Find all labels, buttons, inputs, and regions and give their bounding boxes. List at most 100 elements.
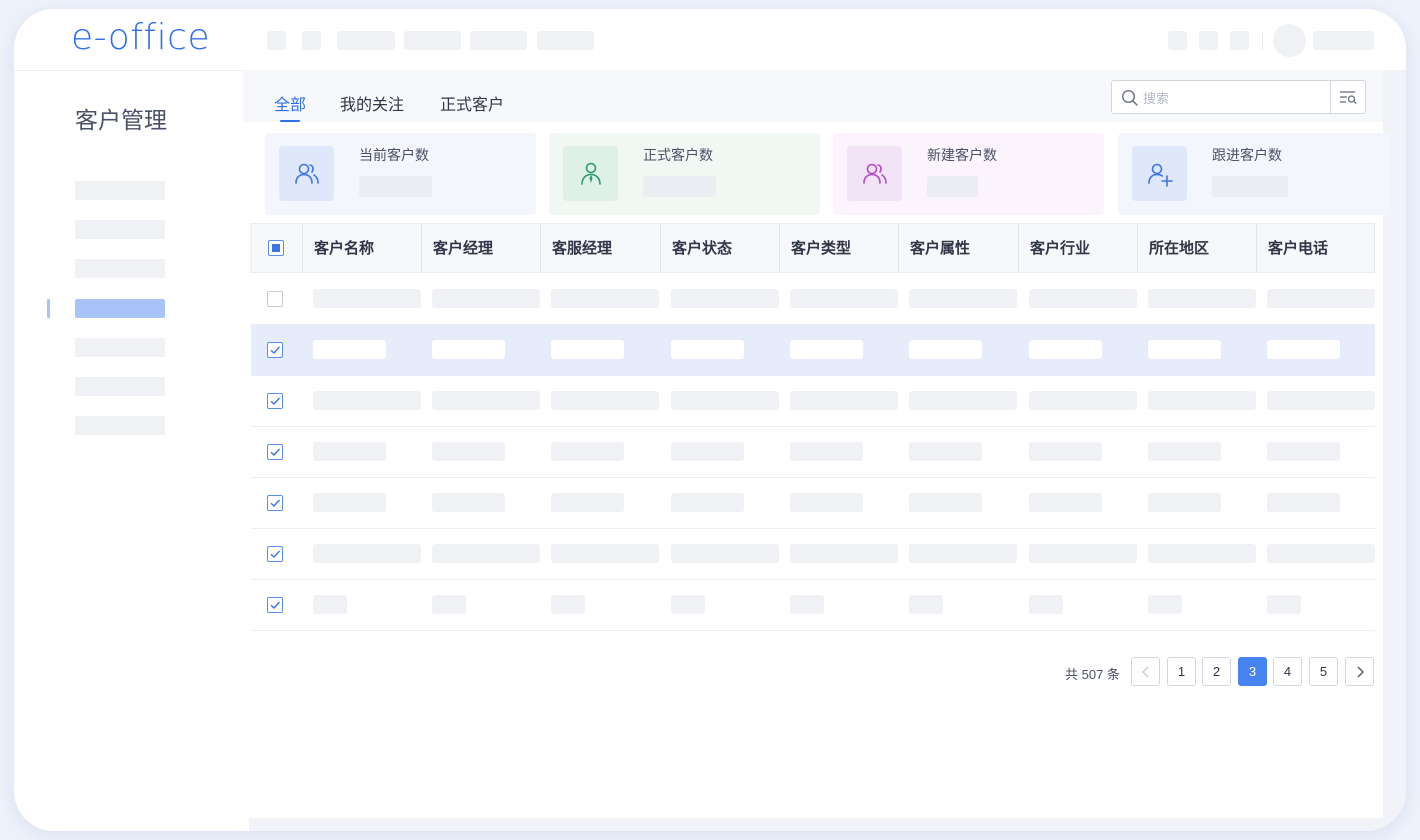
cell-placeholder [432,595,466,614]
stat-card-current[interactable]: 当前客户数 [265,133,536,215]
cell-placeholder [790,442,863,461]
cell-placeholder [313,442,386,461]
column-header[interactable]: 客服经理 [540,224,660,272]
sidebar-item[interactable] [75,377,165,396]
page-button[interactable]: 1 [1167,657,1196,686]
column-header[interactable]: 客户名称 [302,224,421,272]
stat-card-follow[interactable]: 跟进客户数 [1118,133,1389,215]
column-header[interactable]: 客户电话 [1256,224,1375,272]
search-icon[interactable] [1121,89,1139,107]
sidebar-item[interactable] [75,220,165,239]
cell-placeholder [432,391,540,410]
row-checkbox[interactable] [267,393,283,409]
prev-page-button[interactable] [1131,657,1160,686]
cell-placeholder [1267,391,1375,410]
table-row[interactable] [251,274,1375,325]
chevron-right-icon [1357,666,1364,678]
cell-placeholder [909,391,1017,410]
next-page-button[interactable] [1345,657,1374,686]
column-header[interactable]: 客户类型 [779,224,898,272]
cell-placeholder [909,595,943,614]
cell-placeholder [1267,595,1301,614]
column-header[interactable]: 客户行业 [1018,224,1137,272]
page-button[interactable]: 2 [1202,657,1231,686]
header-menu-placeholder[interactable] [267,31,286,50]
brand-logo[interactable]: e-office [71,17,210,58]
cell-placeholder [671,595,705,614]
user-tie-icon [580,162,601,185]
sidebar-item[interactable] [75,338,165,357]
cell-placeholder [1029,391,1137,410]
column-header[interactable]: 客户属性 [898,224,1018,272]
cell-placeholder [551,493,624,512]
advanced-filter-icon[interactable] [1338,88,1358,106]
card-label: 新建客户数 [927,148,997,164]
row-checkbox[interactable] [267,597,283,613]
card-icon-wrap [279,146,334,201]
card-icon-wrap [1132,146,1187,201]
cell-placeholder [313,544,421,563]
sidebar-item[interactable] [75,416,165,435]
card-icon-wrap [563,146,618,201]
cell-placeholder [671,289,779,308]
cell-placeholder [1148,544,1256,563]
row-checkbox[interactable] [267,342,283,358]
search-input[interactable] [1143,88,1323,108]
sidebar-item[interactable] [75,181,165,200]
table-row[interactable] [251,376,1375,427]
header-menu-placeholder[interactable] [337,31,395,50]
cell-placeholder [671,493,744,512]
header-tool-placeholder[interactable] [1168,31,1187,50]
stat-card-new[interactable]: 新建客户数 [833,133,1104,215]
cell-placeholder [1267,442,1340,461]
row-checkbox[interactable] [267,444,283,460]
sidebar-active-marker [47,299,50,318]
header-menu-placeholder[interactable] [537,31,594,50]
tab-all[interactable]: 全部 [274,91,306,115]
cell-placeholder [551,289,659,308]
cell-placeholder [671,442,744,461]
avatar[interactable] [1273,24,1306,57]
cell-placeholder [551,340,624,359]
card-value-placeholder [359,176,432,197]
row-checkbox[interactable] [267,546,283,562]
row-checkbox[interactable] [267,291,283,307]
page-button[interactable]: 5 [1309,657,1338,686]
table-row[interactable] [251,580,1375,631]
header-menu-placeholder[interactable] [470,31,527,50]
pagination: 共 507 条 1 2 3 4 5 [243,657,1383,687]
column-header[interactable]: 客户状态 [660,224,779,272]
cell-placeholder [909,289,1017,308]
header-tool-placeholder[interactable] [1230,31,1249,50]
cell-placeholder [790,493,863,512]
total-count: 共 507 条 [1065,667,1120,682]
column-header[interactable]: 所在地区 [1137,224,1256,272]
stat-card-formal[interactable]: 正式客户数 [549,133,820,215]
table-row[interactable] [251,478,1375,529]
table-row[interactable] [251,325,1375,376]
table-row[interactable] [251,427,1375,478]
cell-placeholder [1267,544,1375,563]
cell-placeholder [1148,493,1221,512]
cell-placeholder [1148,289,1256,308]
cell-placeholder [909,340,982,359]
card-icon-wrap [847,146,902,201]
header-menu-placeholder[interactable] [302,31,321,50]
column-header[interactable]: 客户经理 [421,224,540,272]
page-button-current[interactable]: 3 [1238,657,1267,686]
tab-my-follow[interactable]: 我的关注 [340,91,404,115]
cell-placeholder [909,442,982,461]
sidebar-item[interactable] [75,259,165,278]
header-menu-placeholder[interactable] [404,31,461,50]
search-divider [1330,81,1331,113]
username-placeholder[interactable] [1313,31,1374,50]
page-button[interactable]: 4 [1273,657,1302,686]
sidebar: 客户管理 [14,71,249,831]
header-tool-placeholder[interactable] [1199,31,1218,50]
tab-formal-customers[interactable]: 正式客户 [440,91,504,115]
select-all-checkbox[interactable] [268,240,284,256]
card-label: 跟进客户数 [1212,148,1282,164]
sidebar-item-active[interactable] [75,299,165,318]
table-row[interactable] [251,529,1375,580]
row-checkbox[interactable] [267,495,283,511]
